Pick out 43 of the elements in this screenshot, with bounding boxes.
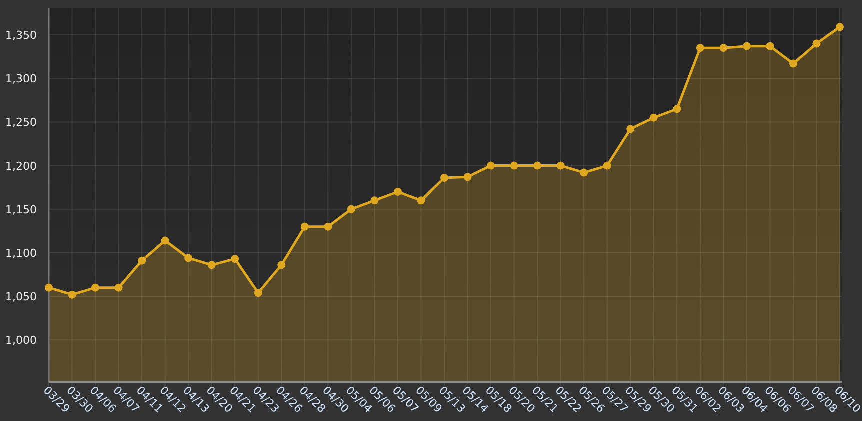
data-point <box>208 261 216 270</box>
data-point <box>789 60 798 68</box>
data-point <box>254 289 262 298</box>
data-point <box>324 222 332 231</box>
data-point <box>580 168 588 177</box>
y-tick-label: 1,200 <box>6 160 37 173</box>
data-point <box>68 290 76 299</box>
data-point <box>300 222 309 231</box>
data-point <box>231 255 240 264</box>
data-point <box>114 284 123 292</box>
data-point <box>673 105 682 114</box>
data-point <box>534 162 542 170</box>
y-tick-label: 1,000 <box>6 334 37 348</box>
data-point <box>440 174 448 182</box>
data-point <box>650 114 658 122</box>
data-point <box>161 236 170 245</box>
data-point <box>766 42 774 50</box>
data-point <box>626 125 635 134</box>
data-point <box>417 196 426 205</box>
y-tick-label: 1,300 <box>6 72 37 86</box>
data-point <box>836 23 844 32</box>
data-point <box>464 173 472 182</box>
data-point <box>720 44 728 52</box>
y-tick-label: 1,250 <box>6 116 37 130</box>
data-point <box>603 162 612 170</box>
data-point <box>92 284 100 292</box>
data-point <box>45 284 53 292</box>
data-point <box>347 205 356 214</box>
y-tick-label: 1,050 <box>6 290 37 304</box>
data-point <box>812 40 821 48</box>
data-point <box>487 162 496 170</box>
data-point <box>556 162 565 170</box>
y-tick-label: 1,150 <box>6 203 37 216</box>
data-point <box>184 254 193 262</box>
data-point <box>138 256 146 265</box>
data-point <box>510 162 518 170</box>
data-point <box>742 42 751 50</box>
data-point <box>278 261 286 270</box>
y-tick-label: 1,350 <box>6 29 37 42</box>
data-point <box>394 188 402 196</box>
y-tick-label: 1,100 <box>6 246 37 260</box>
data-point <box>696 44 704 52</box>
data-point <box>370 196 379 205</box>
